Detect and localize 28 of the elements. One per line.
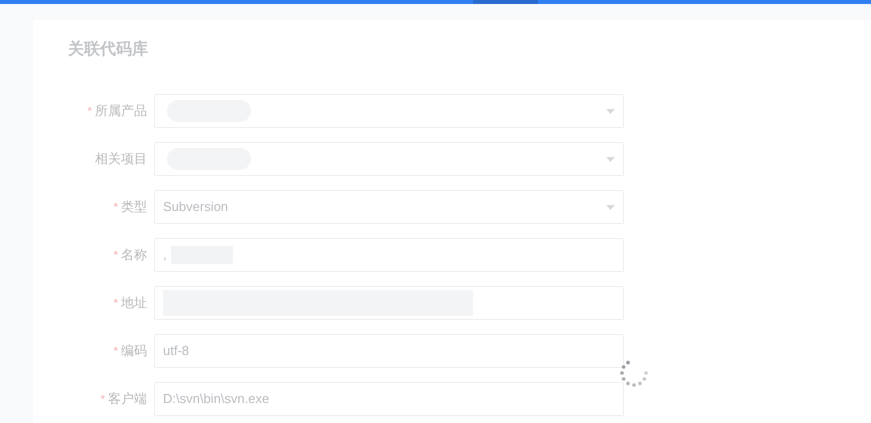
field-value: ,: [163, 246, 167, 264]
select-field[interactable]: [154, 142, 624, 176]
select-field[interactable]: Subversion: [154, 190, 624, 224]
field-label: 类型: [121, 198, 147, 216]
page-title: 关联代码库: [68, 39, 149, 60]
required-mark: *: [113, 343, 118, 360]
input-field[interactable]: utf-8: [154, 334, 624, 368]
field-label: 所属产品: [95, 102, 147, 120]
dropdown-caret-icon: [606, 156, 615, 162]
required-mark: *: [113, 199, 118, 216]
dropdown-caret-icon: [606, 204, 615, 210]
required-mark: *: [87, 103, 92, 120]
field-label: 相关项目: [95, 150, 147, 168]
required-mark: *: [113, 247, 118, 264]
required-mark: *: [113, 295, 118, 312]
field-label: 名称: [121, 246, 147, 264]
field-label: 地址: [121, 294, 147, 312]
input-field[interactable]: D:\svn\bin\svn.exe: [154, 382, 624, 416]
field-value: Subversion: [163, 198, 228, 216]
field-value: utf-8: [163, 342, 190, 360]
field-label: 编码: [121, 342, 147, 360]
select-field[interactable]: [154, 94, 624, 128]
dropdown-caret-icon: [606, 108, 615, 114]
field-value: D:\svn\bin\svn.exe: [163, 390, 270, 408]
input-field[interactable]: ,: [154, 238, 624, 272]
required-mark: *: [100, 391, 105, 408]
field-label: 客户端: [108, 390, 147, 408]
active-tab-indicator: [473, 0, 538, 4]
